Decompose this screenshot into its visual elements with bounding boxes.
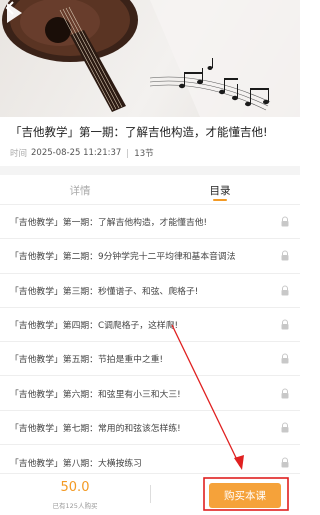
buy-course-button[interactable]: 购买本课 bbox=[209, 483, 281, 508]
course-meta: 时间 2025-08-25 11:21:37 13节 bbox=[10, 147, 290, 159]
section-gap bbox=[0, 166, 300, 175]
lock-icon bbox=[281, 319, 289, 330]
course-title: 「吉他教学」第一期：了解吉他构造，才能懂吉他! bbox=[10, 125, 268, 139]
lesson-title: 「吉他教学」第一期：了解吉他构造，才能懂吉他! bbox=[10, 218, 208, 229]
play-icon[interactable] bbox=[0, 0, 26, 26]
publish-time: 2025-08-25 11:21:37 bbox=[31, 148, 122, 158]
bar-divider bbox=[150, 485, 151, 503]
lock-icon bbox=[281, 353, 289, 364]
course-cover[interactable] bbox=[0, 0, 300, 117]
purchase-bar: 50.0 已有125人购买 购买本课 bbox=[0, 473, 300, 515]
lesson-item[interactable]: 「吉他教学」第四期：C调爬格子，这样爬! bbox=[0, 308, 300, 343]
lock-icon bbox=[281, 457, 289, 468]
guitar-illustration bbox=[2, 0, 300, 117]
sold-count: 已有125人购买 bbox=[52, 502, 98, 510]
lesson-item[interactable]: 「吉他教学」第五期：节拍是重中之重! bbox=[0, 342, 300, 377]
lock-icon bbox=[281, 422, 289, 433]
lesson-item[interactable]: 「吉他教学」第六期：和弦里有小三和大三! bbox=[0, 376, 300, 411]
lock-icon bbox=[281, 250, 289, 261]
lesson-title: 「吉他教学」第三期：秒懂谱子、和弦、爬格子! bbox=[10, 286, 199, 297]
lesson-title: 「吉他教学」第四期：C调爬格子，这样爬! bbox=[10, 321, 179, 332]
lesson-item[interactable]: 「吉他教学」第二期：9分钟学完十二平均律和基本音调法 bbox=[0, 239, 300, 274]
tab-bar: 详情 目录 bbox=[0, 175, 300, 205]
course-price: 50.0 bbox=[60, 480, 90, 495]
lesson-title: 「吉他教学」第八期：大横按练习 bbox=[10, 458, 142, 469]
meta-divider bbox=[127, 148, 129, 158]
tab-catalog[interactable]: 目录 bbox=[190, 183, 250, 198]
lesson-item[interactable]: 「吉他教学」第三期：秒懂谱子、和弦、爬格子! bbox=[0, 274, 300, 308]
course-info: 「吉他教学」第一期：了解吉他构造，才能懂吉他! 时间 2025-08-25 11… bbox=[0, 117, 300, 166]
lock-icon bbox=[281, 216, 289, 227]
lesson-item[interactable]: 「吉他教学」第一期：了解吉他构造，才能懂吉他! bbox=[0, 205, 300, 240]
lesson-title: 「吉他教学」第七期：常用的和弦该怎样练! bbox=[10, 423, 181, 434]
lesson-count: 13节 bbox=[134, 149, 154, 159]
lesson-item[interactable]: 「吉他教学」第七期：常用的和弦该怎样练! bbox=[0, 411, 300, 446]
time-label: 时间 bbox=[10, 149, 28, 159]
lesson-title: 「吉他教学」第五期：节拍是重中之重! bbox=[10, 355, 164, 366]
lesson-list: 「吉他教学」第一期：了解吉他构造，才能懂吉他! 「吉他教学」第二期：9分钟学完十… bbox=[0, 205, 300, 479]
active-tab-indicator bbox=[213, 199, 227, 201]
tab-details[interactable]: 详情 bbox=[50, 183, 110, 198]
lesson-title: 「吉他教学」第二期：9分钟学完十二平均律和基本音调法 bbox=[10, 252, 236, 263]
lock-icon bbox=[281, 388, 289, 399]
lock-icon bbox=[281, 285, 289, 296]
lesson-title: 「吉他教学」第六期：和弦里有小三和大三! bbox=[10, 389, 181, 400]
